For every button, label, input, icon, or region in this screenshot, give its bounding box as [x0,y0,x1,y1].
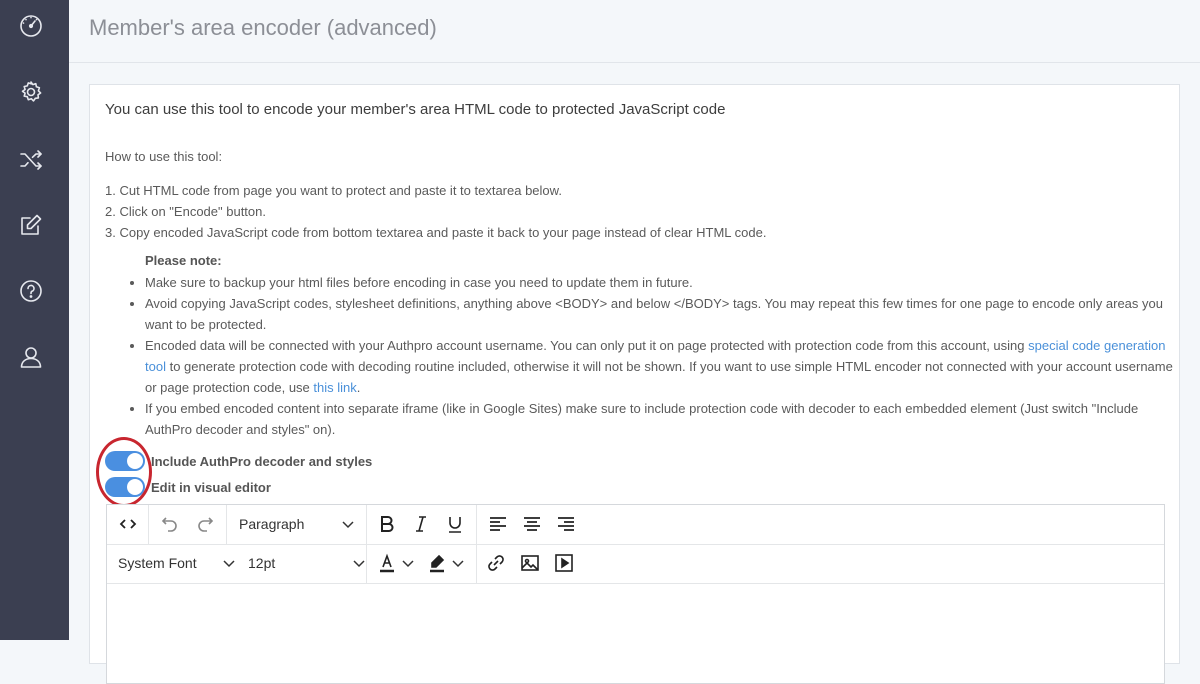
toolbar-row-1: Paragraph [107,505,1164,545]
toggle-knob [127,453,143,469]
align-right-button[interactable] [552,511,580,537]
visual-editor-toggle[interactable] [105,477,145,497]
highlight-color-chevron-icon[interactable] [449,550,467,576]
media-button[interactable] [550,550,578,576]
lead-text: You can use this tool to encode your mem… [105,101,726,118]
sidebar [0,0,69,640]
user-icon[interactable] [18,344,44,370]
highlight-color-button[interactable] [423,550,451,576]
toolbar-divider [226,505,227,544]
step-item: 1. Cut HTML code from page you want to p… [105,183,562,198]
visual-editor-label: Edit in visual editor [151,479,271,495]
chevron-down-icon [353,560,365,568]
toggle-knob [127,479,143,495]
font-family-select[interactable]: System Font [118,550,236,576]
font-size-select[interactable]: 12pt [248,550,366,576]
step-item: 2. Click on "Encode" button. [105,204,266,219]
editor-content-area[interactable] [107,583,1164,683]
block-format-value: Paragraph [239,516,305,532]
align-left-button[interactable] [484,511,512,537]
dashboard-icon[interactable] [18,13,44,39]
include-decoder-toggle[interactable] [105,451,145,471]
chevron-down-icon [342,521,354,529]
rich-text-editor: Paragraph System Font 12pt [106,504,1165,684]
steps-list: 1. Cut HTML code from page you want to p… [105,180,766,243]
note-text: Encoded data will be connected with your… [145,338,1029,353]
toolbar-divider [476,544,477,583]
toolbar-divider [366,505,367,544]
note-text: . [356,380,361,395]
text-color-button[interactable] [373,550,401,576]
align-center-button[interactable] [518,511,546,537]
note-item: If you embed encoded content into separa… [145,398,1185,440]
help-icon[interactable] [18,278,44,304]
note-item: Avoid copying JavaScript codes, styleshe… [145,293,1185,335]
note-text: to generate protection code with decodin… [145,359,1173,395]
include-decoder-label: Include AuthPro decoder and styles [151,453,373,469]
step-item: 3. Copy encoded JavaScript code from bot… [105,225,767,240]
note-item: Make sure to backup your html files befo… [145,272,1185,293]
encoder-card: You can use this tool to encode your mem… [89,84,1180,684]
chevron-down-icon [223,560,235,568]
toolbar-divider [476,505,477,544]
bold-button[interactable] [373,511,401,537]
font-size-value: 12pt [248,555,276,571]
underline-button[interactable] [441,511,469,537]
gear-icon[interactable] [18,79,44,105]
note-heading: Please note: [145,253,222,268]
italic-button[interactable] [407,511,435,537]
toolbar-divider [148,505,149,544]
toolbar-row-2: System Font 12pt [107,544,1164,584]
header: Member's area encoder (advanced) [69,0,1200,63]
link-button[interactable] [482,550,510,576]
visual-editor-row: Edit in visual editor [105,476,271,498]
text-color-chevron-icon[interactable] [399,550,417,576]
redo-button[interactable] [191,511,219,537]
include-decoder-row: Include AuthPro decoder and styles [105,450,372,472]
note-item: Encoded data will be connected with your… [145,335,1185,398]
page-title: Member's area encoder (advanced) [89,15,437,40]
notes-list: Make sure to backup your html files befo… [127,272,1185,440]
undo-button[interactable] [156,511,184,537]
block-format-select[interactable]: Paragraph [239,511,355,537]
shuffle-icon[interactable] [18,147,44,173]
howto-heading: How to use this tool: [105,149,223,164]
this-link[interactable]: this link [313,380,356,395]
toolbar-divider [366,544,367,583]
image-button[interactable] [516,550,544,576]
source-code-button[interactable] [114,511,142,537]
edit-icon[interactable] [18,212,44,238]
font-family-value: System Font [118,555,197,571]
